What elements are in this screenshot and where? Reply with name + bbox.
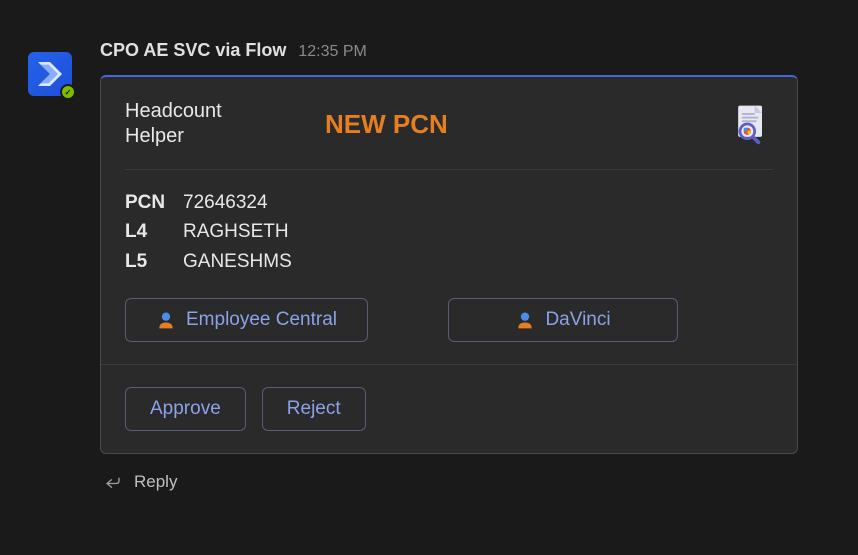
field-list: PCN 72646324 L4 RAGHSETH L5 GANESHMS (125, 188, 773, 276)
field-value: 72646324 (183, 188, 268, 217)
field-row: L5 GANESHMS (125, 247, 773, 276)
reply-button[interactable]: Reply (100, 472, 798, 492)
message-timestamp: 12:35 PM (298, 43, 366, 61)
document-search-icon (729, 102, 773, 146)
message-header: CPO AE SVC via Flow 12:35 PM (100, 40, 798, 61)
approve-button[interactable]: Approve (125, 387, 246, 431)
presence-available-icon (60, 84, 76, 100)
person-icon (515, 310, 535, 330)
sender-name: CPO AE SVC via Flow (100, 40, 286, 61)
field-row: PCN 72646324 (125, 188, 773, 217)
card-heading: NEW PCN (245, 109, 729, 140)
adaptive-card: Headcount Helper NEW PCN (100, 75, 798, 454)
button-label: Employee Central (186, 309, 337, 331)
reject-button[interactable]: Reject (262, 387, 366, 431)
sender-avatar (28, 52, 72, 96)
employee-central-button[interactable]: Employee Central (125, 298, 368, 342)
field-value: GANESHMS (183, 247, 292, 276)
davinci-button[interactable]: DaVinci (448, 298, 678, 342)
card-app-name: Headcount Helper (125, 99, 245, 149)
reply-label: Reply (134, 472, 177, 492)
flow-icon (34, 58, 66, 90)
field-value: RAGHSETH (183, 217, 289, 246)
reply-icon (104, 473, 122, 491)
field-row: L4 RAGHSETH (125, 217, 773, 246)
button-label: DaVinci (545, 309, 610, 331)
field-label: L4 (125, 217, 167, 246)
person-icon (156, 310, 176, 330)
field-label: L5 (125, 247, 167, 276)
field-label: PCN (125, 188, 167, 217)
